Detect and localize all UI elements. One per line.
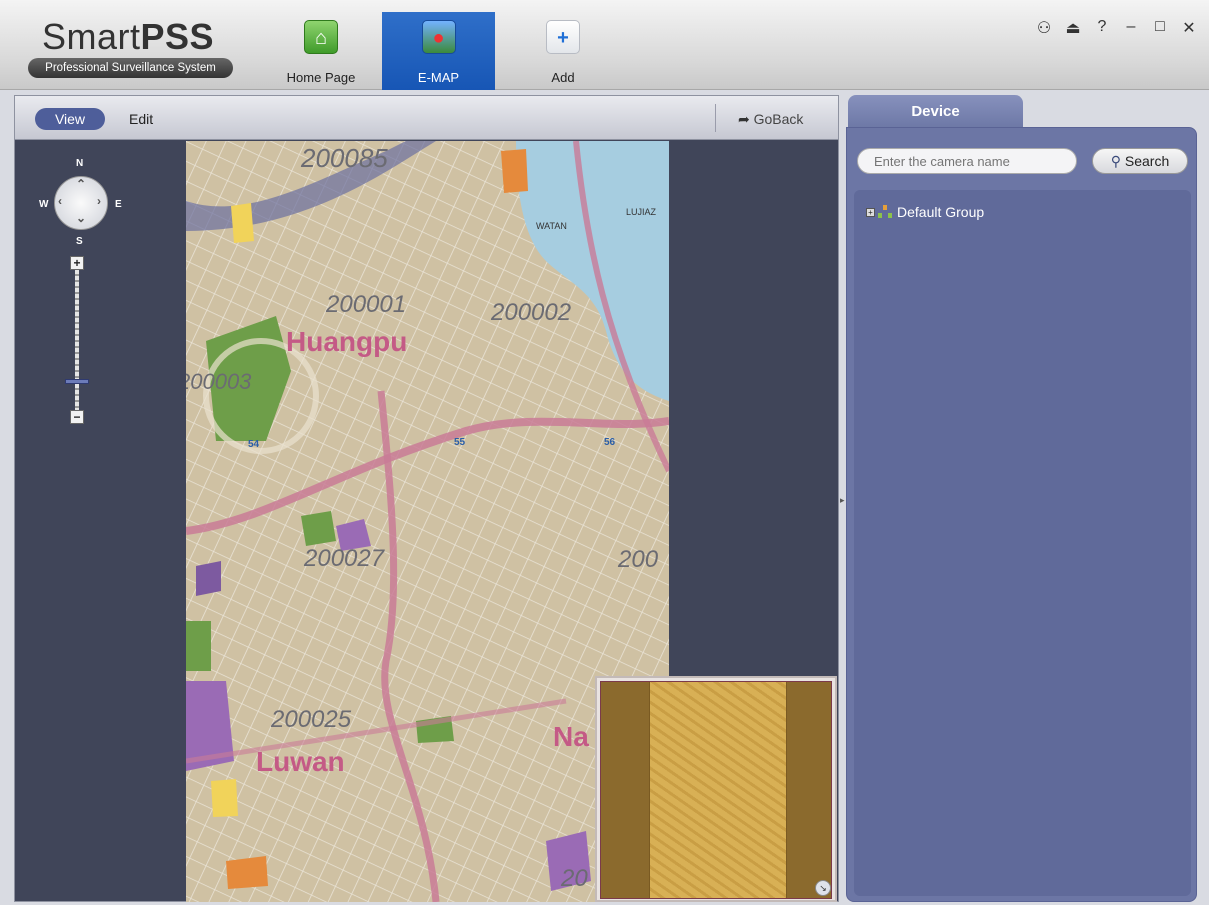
zoom-track[interactable] xyxy=(75,270,79,410)
minimize-icon[interactable]: – xyxy=(1123,18,1139,38)
close-icon[interactable]: ✕ xyxy=(1181,18,1197,38)
nav-emap[interactable]: ● E-MAP xyxy=(382,12,495,90)
zoom-out-button[interactable]: − xyxy=(70,410,84,424)
expand-icon[interactable]: + xyxy=(866,207,875,217)
postcode-label-20-bottom: 20 xyxy=(561,865,588,892)
nav-emap-label: E-MAP xyxy=(417,70,460,85)
postcode-label-200085: 200085 xyxy=(301,143,388,173)
device-panel-body: ⚲ Search + Default Group xyxy=(846,127,1197,902)
road-marker-56: 56 xyxy=(604,437,616,448)
minimap-collapse-icon[interactable]: ↘ xyxy=(815,880,831,896)
postcode-label-200001: 200001 xyxy=(326,291,407,318)
logo-title: SmartPSS xyxy=(42,16,215,57)
minimap-viewport[interactable] xyxy=(649,682,787,898)
goback-button[interactable]: ➦ GoBack xyxy=(738,108,803,130)
minimap-frame xyxy=(600,681,832,899)
edit-button[interactable]: Edit xyxy=(129,108,153,130)
postcode-label-200002: 200002 xyxy=(491,299,572,326)
map-toolbar: View Edit ➦ GoBack xyxy=(15,96,838,140)
pan-right-icon[interactable]: › xyxy=(97,194,101,208)
help-icon[interactable]: ? xyxy=(1094,18,1110,38)
panel-splitter-arrow-icon[interactable]: ▸ xyxy=(840,495,845,509)
pan-left-icon[interactable]: ‹ xyxy=(58,194,62,208)
pan-up-icon[interactable]: ⌃ xyxy=(76,177,86,191)
pan-down-icon[interactable]: ⌄ xyxy=(76,211,86,225)
overview-minimap[interactable]: ↘ xyxy=(595,676,837,902)
pan-ring[interactable]: ⌃ ‹ › ⌄ xyxy=(54,176,108,230)
compass-south-label: S xyxy=(76,236,83,247)
compass-control: N W E S ⌃ ‹ › ⌄ xyxy=(39,158,122,248)
nav-add-label: Add xyxy=(551,70,575,85)
tab-device[interactable]: Device xyxy=(848,95,1023,129)
compass-north-label: N xyxy=(76,158,84,169)
map-panel: View Edit ➦ GoBack N W E S ⌃ ‹ › ⌄ + − 2… xyxy=(14,95,839,902)
nav-home-label: Home Page xyxy=(286,70,356,85)
window-controls: ⚇ ⏏ ? – □ ✕ xyxy=(1036,18,1197,38)
compass-west-label: W xyxy=(39,199,49,210)
road-marker-54: 54 xyxy=(248,439,260,450)
search-button[interactable]: ⚲ Search xyxy=(1092,148,1188,174)
nav-home-page[interactable]: ⌂ Home Page xyxy=(276,12,366,90)
device-tree: + Default Group xyxy=(854,190,1191,896)
search-button-label: Search xyxy=(1124,153,1170,169)
title-bar: SmartPSS Professional Surveillance Syste… xyxy=(0,0,1209,90)
postcode-label-200025: 200025 xyxy=(271,706,352,733)
nav-add[interactable]: + Add xyxy=(518,12,608,90)
postcode-label-200003: 200003 xyxy=(186,369,252,394)
district-label-luwan: Luwan xyxy=(256,746,345,777)
app-logo: SmartPSS Professional Surveillance Syste… xyxy=(28,16,233,80)
district-label-huangpu: Huangpu xyxy=(286,326,408,357)
zoom-thumb[interactable] xyxy=(65,379,89,384)
device-panel: Device ⚲ Search + Default Group xyxy=(846,95,1199,902)
binoculars-icon: ⚲ xyxy=(1110,153,1125,169)
postcode-label-200027: 200027 xyxy=(304,545,385,572)
device-group-icon xyxy=(878,205,894,219)
zoom-in-button[interactable]: + xyxy=(70,256,84,270)
logo-subtitle: Professional Surveillance System xyxy=(28,58,233,78)
zoom-slider[interactable]: + − xyxy=(65,256,89,426)
postcode-label-200-right: 200 xyxy=(618,546,659,573)
home-icon: ⌂ xyxy=(304,20,338,54)
camera-search-input[interactable] xyxy=(857,148,1077,174)
district-label-na: Na xyxy=(553,721,589,752)
area-label-watan: WATAN xyxy=(536,221,567,231)
goback-label: GoBack xyxy=(753,111,804,127)
compass-east-label: E xyxy=(115,199,122,210)
plus-icon: + xyxy=(546,20,580,54)
maximize-icon[interactable]: □ xyxy=(1152,18,1168,38)
road-marker-55: 55 xyxy=(454,437,466,448)
goback-arrow-icon: ➦ xyxy=(738,111,754,127)
toolbar-divider xyxy=(715,104,716,132)
user-icon[interactable]: ⚇ xyxy=(1036,18,1052,38)
view-button[interactable]: View xyxy=(35,108,105,130)
area-label-lujiaz: LUJIAZ xyxy=(626,207,657,217)
tree-item-label: Default Group xyxy=(897,204,985,220)
lock-icon[interactable]: ⏏ xyxy=(1065,18,1081,38)
map-pin-icon: ● xyxy=(421,20,456,54)
tree-item-default-group[interactable]: + Default Group xyxy=(866,204,984,220)
